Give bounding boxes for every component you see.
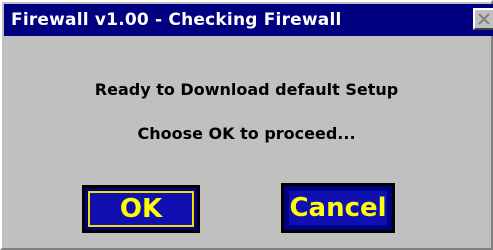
cancel-button[interactable]: Cancel — [281, 183, 395, 233]
ok-button[interactable]: OK — [82, 185, 200, 233]
close-button[interactable] — [473, 8, 493, 30]
message-line-2: Choose OK to proceed... — [137, 124, 356, 143]
message-line-1: Ready to Download default Setup — [94, 80, 399, 99]
cancel-button-label: Cancel — [287, 189, 389, 227]
firewall-dialog: Firewall v1.00 - Checking Firewall Ready… — [0, 0, 493, 250]
ok-button-label: OK — [88, 191, 194, 227]
close-icon — [477, 12, 491, 26]
window-title: Firewall v1.00 - Checking Firewall — [11, 10, 342, 30]
title-bar[interactable]: Firewall v1.00 - Checking Firewall — [4, 4, 493, 36]
